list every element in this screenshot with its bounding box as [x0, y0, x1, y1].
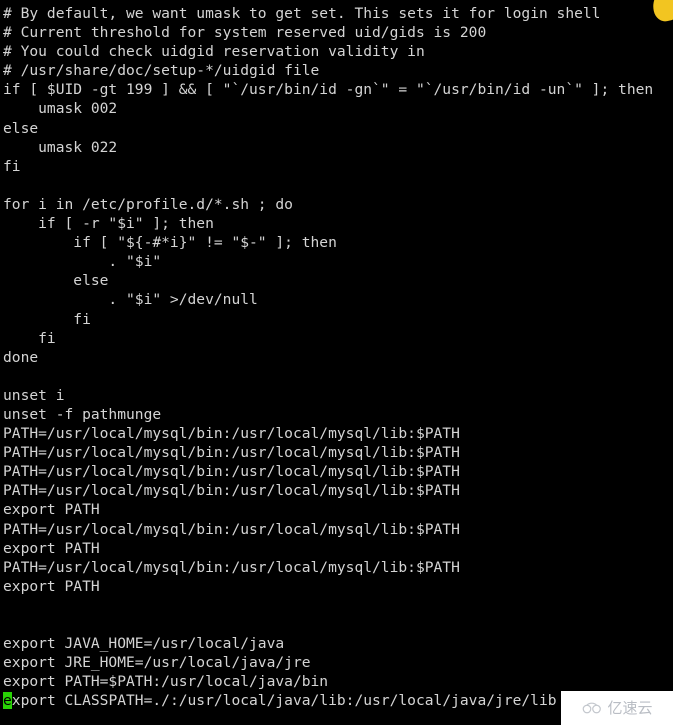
terminal-line: export PATH — [3, 577, 100, 595]
terminal-line: export JRE_HOME=/usr/local/java/jre — [3, 654, 311, 672]
terminal-cursor: e — [3, 692, 12, 710]
terminal-line: if [ $UID -gt 199 ] && [ "`/usr/bin/id -… — [3, 81, 654, 99]
terminal-line: export PATH=$PATH:/usr/local/java/bin — [3, 673, 329, 691]
terminal-line: . "$i" — [3, 253, 162, 271]
terminal-line: export PATH — [3, 501, 100, 519]
terminal-line: . "$i" >/dev/null — [3, 291, 258, 309]
terminal-line: else — [3, 119, 39, 137]
terminal-line: PATH=/usr/local/mysql/bin:/usr/local/mys… — [3, 463, 460, 481]
terminal-line: unset -f pathmunge — [3, 405, 162, 423]
watermark: 亿速云 — [561, 691, 673, 725]
terminal-line: PATH=/usr/local/mysql/bin:/usr/local/mys… — [3, 425, 460, 443]
terminal-line: # You could check uidgid reservation val… — [3, 43, 425, 61]
terminal-line: fi — [3, 157, 21, 175]
terminal-line: if [ -r "$i" ]; then — [3, 215, 214, 233]
terminal-line: fi — [3, 310, 91, 328]
terminal-line: PATH=/usr/local/mysql/bin:/usr/local/mys… — [3, 444, 460, 462]
watermark-text: 亿速云 — [607, 698, 653, 717]
terminal-cursor-line-text: xport CLASSPATH=./:/usr/local/java/lib:/… — [11, 692, 557, 710]
terminal-line: # /usr/share/doc/setup-*/uidgid file — [3, 62, 320, 80]
terminal-line: umask 002 — [3, 100, 118, 118]
terminal-line: done — [3, 348, 39, 366]
terminal-line: else — [3, 272, 109, 290]
terminal-line: for i in /etc/profile.d/*.sh ; do — [3, 195, 293, 213]
terminal-line: # Current threshold for system reserved … — [3, 24, 487, 42]
terminal-line: # By default, we want umask to get set. … — [3, 5, 601, 22]
terminal-line: PATH=/usr/local/mysql/bin:/usr/local/mys… — [3, 558, 460, 576]
cloud-icon — [583, 702, 602, 713]
terminal-line: PATH=/usr/local/mysql/bin:/usr/local/mys… — [3, 482, 460, 500]
terminal-line: umask 022 — [3, 138, 118, 156]
terminal-line: export PATH — [3, 539, 100, 557]
terminal-line: export JAVA_HOME=/usr/local/java — [3, 635, 285, 653]
terminal-screen[interactable]: # By default, we want umask to get set. … — [0, 0, 673, 725]
terminal-line: unset i — [3, 386, 65, 404]
terminal-line: PATH=/usr/local/mysql/bin:/usr/local/mys… — [3, 520, 460, 538]
terminal-line: if [ "${-#*i}" != "$-" ]; then — [3, 234, 337, 252]
terminal-line: fi — [3, 329, 56, 347]
